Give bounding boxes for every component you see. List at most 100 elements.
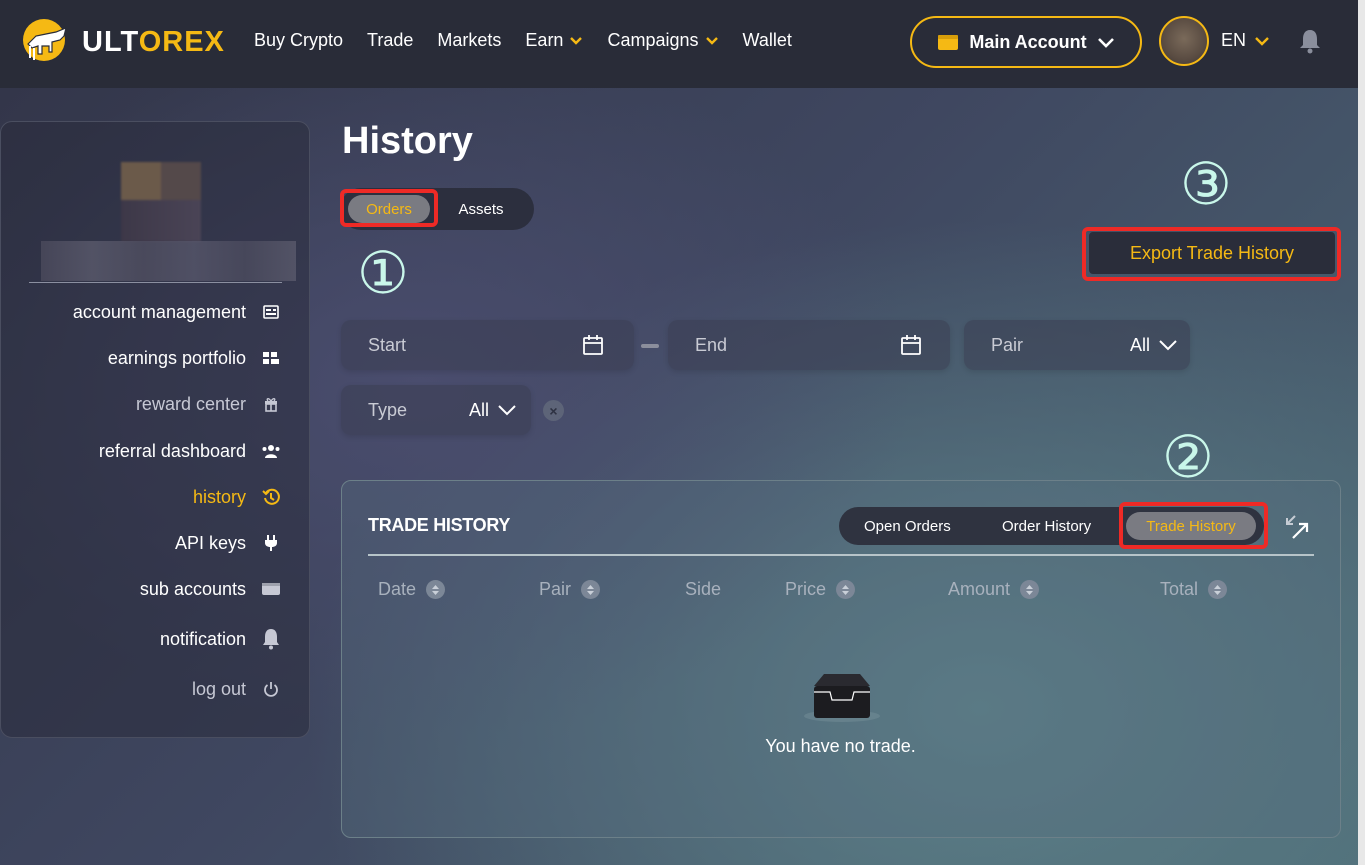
end-date-field[interactable]: End	[668, 320, 950, 370]
nav-label: Wallet	[742, 30, 792, 50]
sort-icon[interactable]	[1208, 580, 1228, 599]
sidebar-item-label: reward center	[135, 393, 246, 414]
type-selected: All	[469, 399, 490, 420]
type-label: Type	[368, 399, 408, 420]
power-icon	[260, 678, 282, 700]
profile-name-redacted	[41, 241, 296, 281]
highlight-box-export	[1082, 227, 1341, 281]
sidebar-item-referral-dashboard[interactable]: referral dashboard	[99, 440, 282, 462]
column-label: Amount	[948, 579, 1011, 599]
nav-earn[interactable]: Earn	[525, 30, 583, 51]
empty-inbox-icon	[804, 674, 880, 722]
sidebar-item-account-management[interactable]: account management	[73, 301, 282, 323]
calendar-icon[interactable]	[582, 334, 604, 356]
column-header-side: Side	[685, 579, 721, 600]
brand-part-2: OREX	[138, 26, 225, 58]
sidebar-item-log-out[interactable]: log out	[192, 678, 282, 700]
sidebar-item-api-keys[interactable]: API keys	[175, 532, 282, 554]
nav-wallet[interactable]: Wallet	[743, 30, 792, 51]
sidebar-item-label: account management	[72, 301, 246, 322]
nav-trade[interactable]: Trade	[367, 30, 413, 51]
tab-order-history[interactable]: Order History	[1002, 518, 1091, 535]
column-label: Side	[685, 579, 722, 599]
card-title: TRADE HISTORY	[368, 515, 511, 535]
type-select[interactable]: Type All	[341, 385, 531, 435]
annotation-step-2: ②	[1162, 423, 1214, 491]
main-account-label: Main Account	[969, 31, 1087, 52]
column-label: Total	[1160, 579, 1199, 599]
sidebar-item-label: log out	[191, 678, 246, 699]
calendar-icon[interactable]	[900, 334, 922, 356]
sidebar-item-reward-center[interactable]: reward center	[136, 393, 282, 415]
column-header-date[interactable]: Date	[378, 579, 446, 600]
sidebar-item-label: API keys	[174, 532, 246, 553]
id-card-icon	[260, 301, 282, 323]
pair-select[interactable]: Pair All	[964, 320, 1190, 370]
sort-icon[interactable]	[836, 580, 856, 599]
sidebar-item-sub-accounts[interactable]: sub accounts	[140, 578, 282, 600]
annotation-step-1: ①	[357, 239, 409, 307]
wallet-icon	[938, 35, 959, 50]
column-header-amount[interactable]: Amount	[948, 579, 1040, 600]
clear-filters-icon[interactable]: ×	[543, 400, 564, 421]
chevron-down-icon	[1097, 38, 1114, 48]
sidebar-item-label: notification	[159, 628, 246, 649]
sort-icon[interactable]	[426, 580, 446, 599]
sidebar-item-label: earnings portfolio	[107, 347, 246, 368]
sidebar-item-label: sub accounts	[139, 578, 246, 599]
sort-icon[interactable]	[581, 580, 601, 599]
user-avatar[interactable]	[1159, 16, 1209, 66]
bell-icon[interactable]	[1298, 28, 1322, 54]
gift-icon	[260, 393, 282, 415]
nav-campaigns[interactable]: Campaigns	[607, 30, 718, 51]
tab-open-orders[interactable]: Open Orders	[864, 518, 951, 535]
plug-icon	[260, 532, 282, 554]
card-divider	[368, 554, 1314, 556]
sidebar-item-label: history	[192, 486, 246, 507]
sort-icon[interactable]	[1020, 580, 1040, 599]
column-header-pair[interactable]: Pair	[539, 579, 601, 600]
column-header-price[interactable]: Price	[785, 579, 856, 600]
column-label: Price	[785, 579, 827, 599]
column-header-total[interactable]: Total	[1160, 579, 1228, 600]
date-range-separator	[641, 344, 659, 348]
nav-markets[interactable]: Markets	[437, 30, 501, 51]
brand-part-1: ULT	[82, 26, 139, 58]
profile-avatar	[121, 162, 201, 242]
highlight-box-trade-history	[1119, 502, 1268, 549]
chevron-down-icon	[570, 36, 583, 45]
column-label: Pair	[539, 579, 572, 599]
start-date-placeholder: Start	[368, 334, 407, 355]
brand-wordmark: ULTOREX	[82, 26, 225, 59]
nav-label: Campaigns	[607, 30, 699, 50]
chevron-down-icon	[1255, 36, 1269, 46]
users-icon	[260, 440, 282, 462]
history-icon	[260, 486, 282, 508]
nav-label: Markets	[437, 30, 502, 50]
annotation-step-3: ③	[1180, 150, 1232, 218]
brand-logo[interactable]: ULTOREX	[22, 18, 225, 64]
start-date-field[interactable]: Start	[341, 320, 634, 370]
column-label: Date	[378, 579, 417, 599]
language-label: EN	[1221, 30, 1247, 50]
chevron-down-icon	[1159, 340, 1177, 351]
top-navbar: ULTOREX Buy Crypto Trade Markets Earn Ca…	[0, 0, 1365, 88]
wallet-icon	[260, 578, 282, 600]
nav-label: Trade	[367, 30, 414, 50]
sidebar-item-history[interactable]: history	[193, 486, 282, 508]
highlight-box-orders	[340, 189, 438, 227]
language-selector[interactable]: EN	[1221, 30, 1270, 51]
pair-label: Pair	[991, 334, 1024, 355]
bell-icon	[260, 628, 282, 650]
blocks-icon	[260, 347, 282, 369]
tab-assets[interactable]: Assets	[436, 195, 526, 223]
bull-logo-icon	[23, 19, 67, 61]
sidebar-item-earnings-portfolio[interactable]: earnings portfolio	[108, 347, 282, 369]
main-account-button[interactable]: Main Account	[910, 16, 1142, 68]
expand-icon[interactable]	[1285, 514, 1311, 542]
nav-buy-crypto[interactable]: Buy Crypto	[254, 30, 343, 51]
sidebar-divider	[29, 282, 282, 283]
nav-label: Buy Crypto	[254, 30, 344, 50]
sidebar-item-notification[interactable]: notification	[160, 628, 282, 650]
empty-state-text: You have no trade.	[765, 736, 916, 756]
